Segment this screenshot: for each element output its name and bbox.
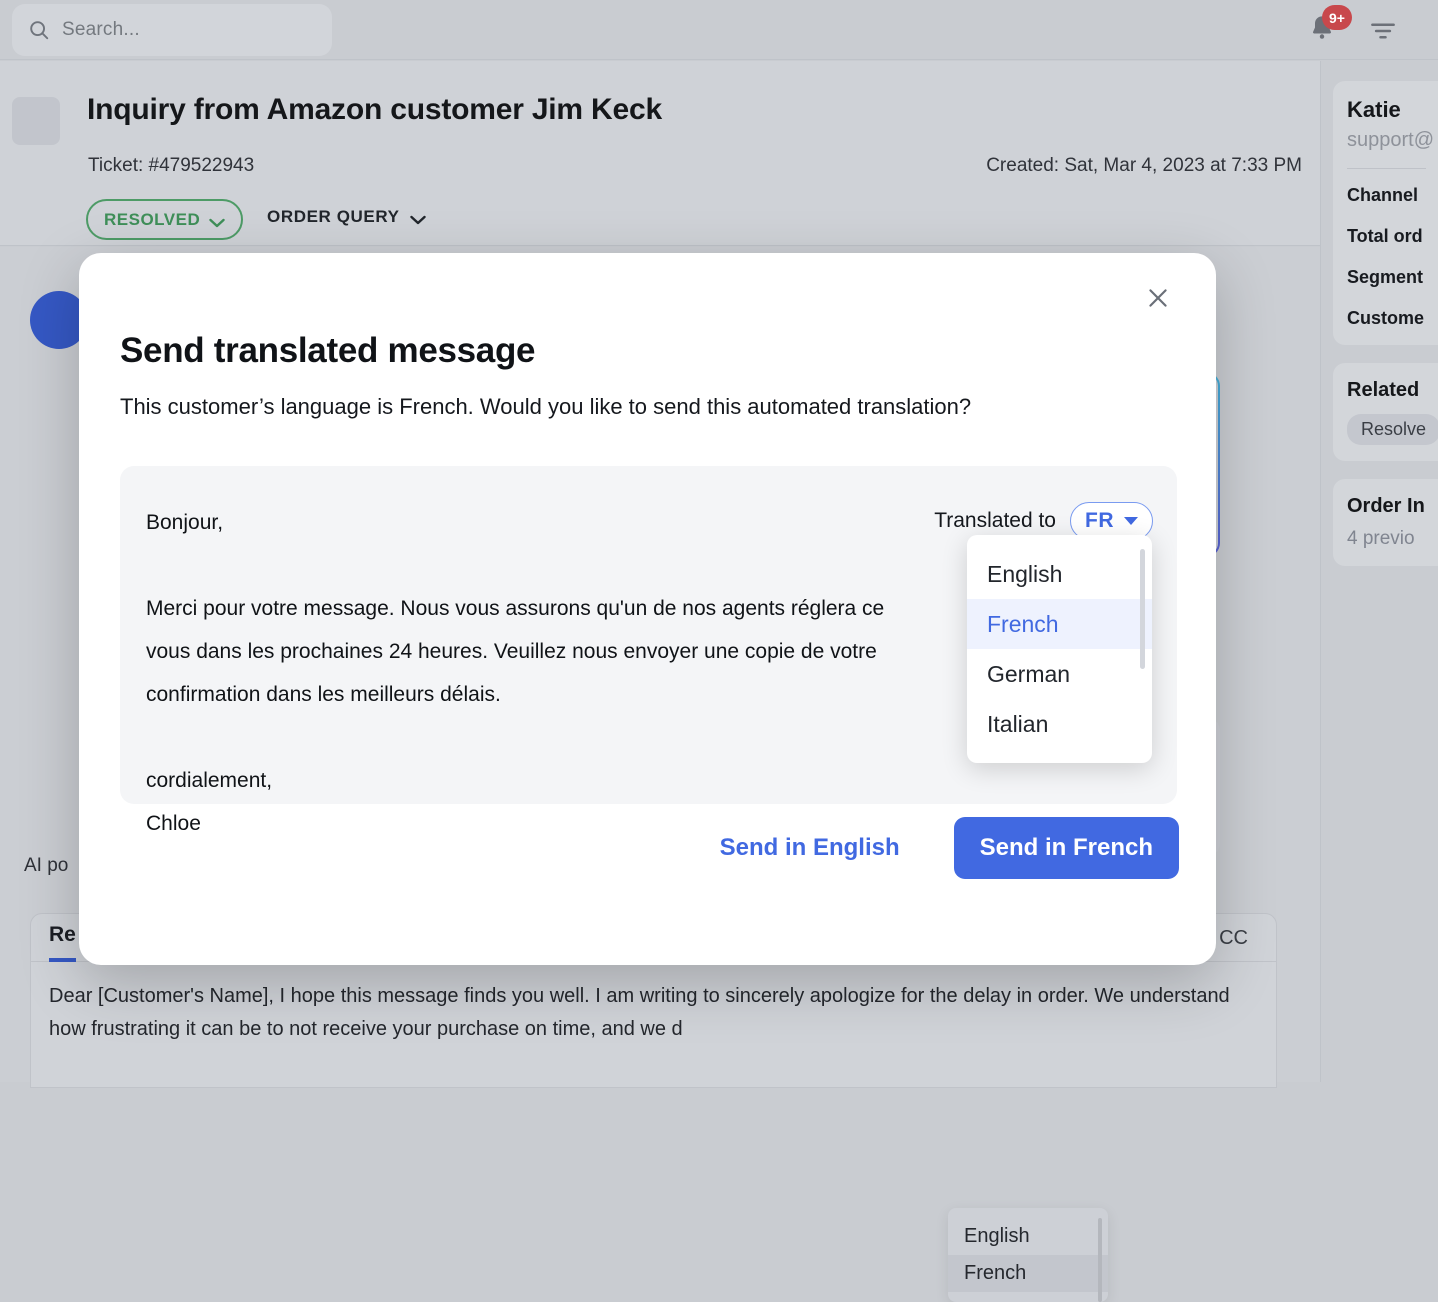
page-title: Inquiry from Amazon customer Jim Keck bbox=[87, 93, 662, 127]
ticket-thumbnail bbox=[12, 97, 60, 145]
scrollbar[interactable] bbox=[1140, 549, 1145, 669]
category-label: ORDER QUERY bbox=[267, 207, 400, 227]
ticket-id: Ticket: #479522943 bbox=[88, 155, 254, 177]
language-option-english[interactable]: English bbox=[967, 549, 1152, 599]
divider bbox=[1347, 168, 1426, 169]
category-selector[interactable]: ORDER QUERY bbox=[267, 207, 426, 227]
background-language-option-french[interactable]: French bbox=[948, 1255, 1108, 1292]
ticket-header: Inquiry from Amazon customer Jim Keck Ti… bbox=[0, 61, 1320, 246]
language-code: FR bbox=[1085, 509, 1114, 533]
tab-reply[interactable]: Re bbox=[49, 914, 76, 962]
reply-textarea[interactable]: Dear [Customer's Name], I hope this mess… bbox=[31, 962, 1276, 1046]
caret-down-icon bbox=[1124, 517, 1138, 525]
scrollbar[interactable] bbox=[1098, 1218, 1102, 1302]
field-channel: Channel bbox=[1347, 185, 1438, 206]
close-icon[interactable] bbox=[1140, 280, 1176, 316]
field-customer: Custome bbox=[1347, 308, 1438, 329]
send-translated-message-dialog: Send translated message This customer’s … bbox=[79, 253, 1216, 965]
order-title: Order In bbox=[1347, 495, 1438, 518]
background-language-dropdown[interactable]: English French bbox=[948, 1208, 1108, 1302]
ticket-created-date: Created: Sat, Mar 4, 2023 at 7:33 PM bbox=[986, 155, 1302, 177]
customer-card: Katie support@ Channel Total ord Segment… bbox=[1333, 81, 1438, 345]
order-subtitle: 4 previo bbox=[1347, 528, 1438, 550]
dialog-actions: Send in English Send in French bbox=[720, 817, 1179, 879]
send-in-english-button[interactable]: Send in English bbox=[720, 834, 900, 862]
search-placeholder: Search... bbox=[62, 19, 140, 41]
search-icon bbox=[28, 19, 50, 41]
related-status-tag: Resolve bbox=[1347, 414, 1438, 445]
related-tickets-card: Related Resolve bbox=[1333, 363, 1438, 461]
language-option-french[interactable]: French bbox=[967, 599, 1152, 649]
translated-to-label: Translated to bbox=[934, 509, 1056, 533]
customer-email: support@ bbox=[1347, 129, 1438, 152]
notifications-button[interactable]: 9+ bbox=[1308, 14, 1342, 48]
bell-icon bbox=[1308, 29, 1336, 46]
filter-button[interactable] bbox=[1368, 16, 1398, 46]
language-dropdown-menu[interactable]: English French German Italian bbox=[967, 535, 1152, 763]
chevron-down-icon bbox=[410, 212, 426, 222]
dialog-subtitle: This customer’s language is French. Woul… bbox=[120, 394, 971, 420]
related-title: Related bbox=[1347, 379, 1438, 402]
ai-powered-label: AI po bbox=[24, 855, 68, 877]
status-badge[interactable]: RESOLVED bbox=[86, 199, 243, 240]
chevron-down-icon bbox=[209, 215, 225, 225]
background-language-option-english[interactable]: English bbox=[948, 1218, 1108, 1255]
dialog-title: Send translated message bbox=[120, 331, 535, 371]
tab-cc[interactable]: CC bbox=[1219, 914, 1248, 962]
field-segment: Segment bbox=[1347, 267, 1438, 288]
order-info-card: Order In 4 previo bbox=[1333, 479, 1438, 566]
top-bar: Search... 9+ bbox=[0, 0, 1438, 60]
search-input[interactable]: Search... bbox=[12, 4, 332, 56]
field-total-orders: Total ord bbox=[1347, 226, 1438, 247]
translated-message-text: Bonjour, Merci pour votre message. Nous … bbox=[146, 501, 1006, 845]
customer-name: Katie bbox=[1347, 97, 1438, 123]
language-option-italian[interactable]: Italian bbox=[967, 699, 1152, 749]
send-in-french-button[interactable]: Send in French bbox=[954, 817, 1179, 879]
status-badge-label: RESOLVED bbox=[104, 210, 200, 230]
notification-badge: 9+ bbox=[1322, 5, 1352, 30]
customer-sidebar: Katie support@ Channel Total ord Segment… bbox=[1320, 61, 1438, 1082]
language-option-german[interactable]: German bbox=[967, 649, 1152, 699]
